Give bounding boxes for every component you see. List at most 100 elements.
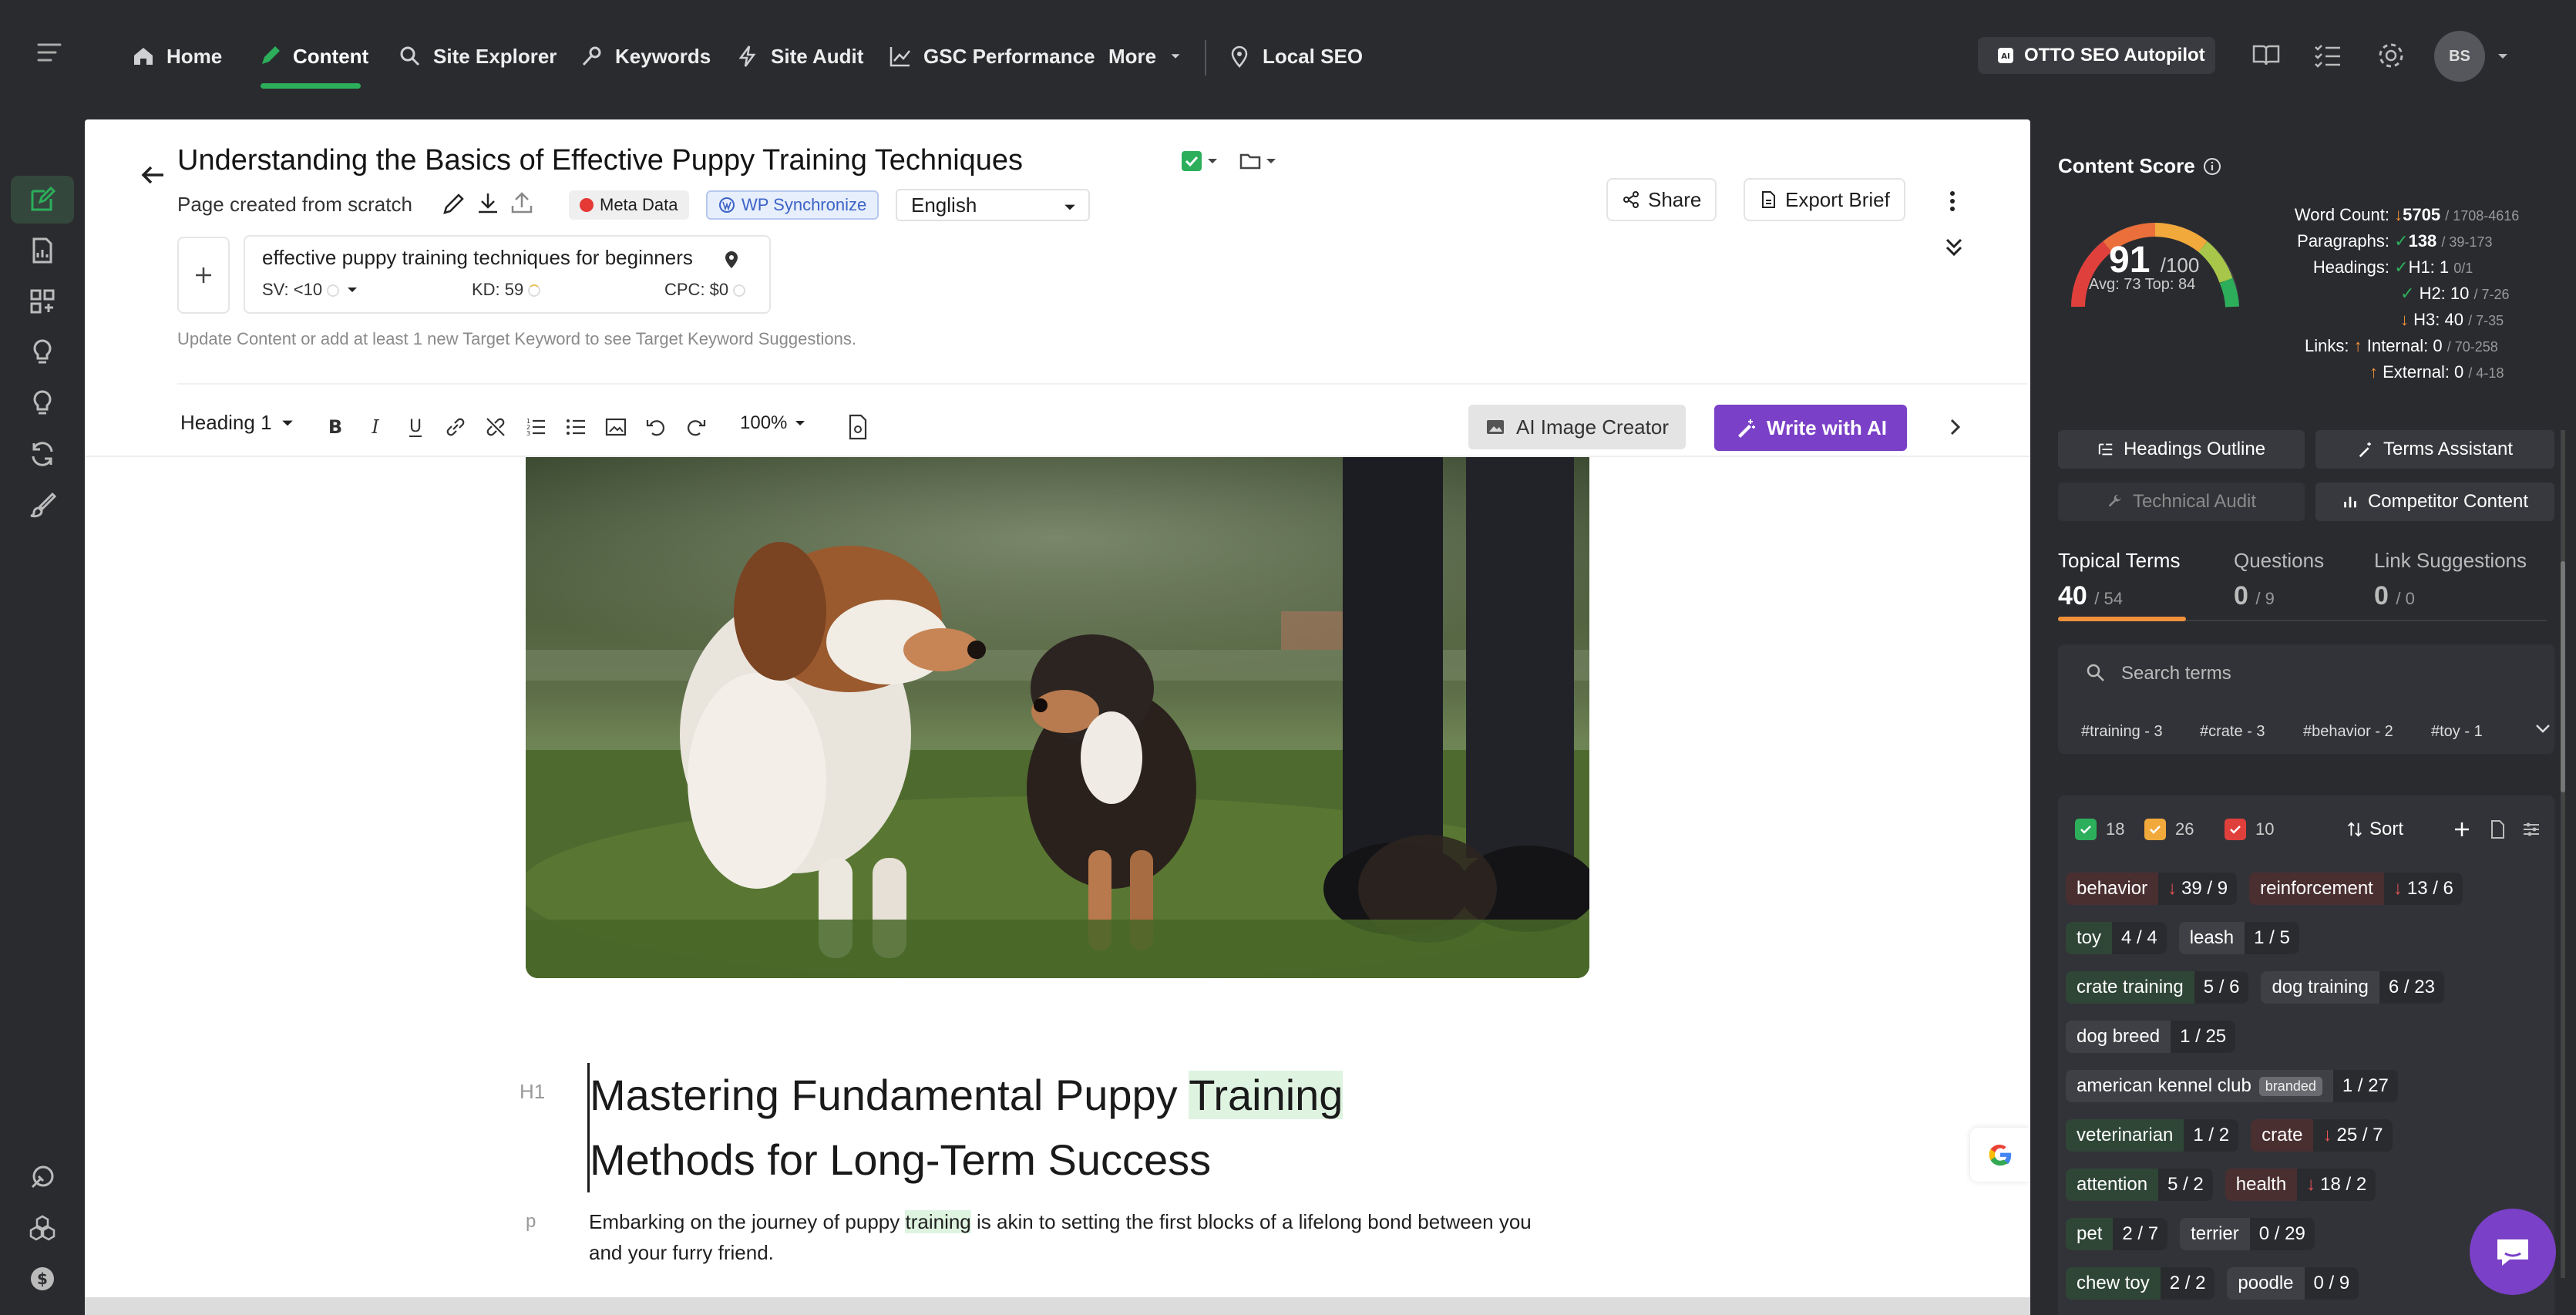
heading-select[interactable]: Heading 1: [180, 411, 294, 435]
language-select[interactable]: English: [896, 189, 1090, 221]
chevron-down-icon[interactable]: [2496, 49, 2510, 63]
sidebar-item-refresh[interactable]: [11, 430, 74, 478]
filter-orange[interactable]: 26: [2144, 819, 2194, 840]
tab-questions[interactable]: Questions: [2234, 549, 2324, 573]
chevron-right-icon[interactable]: [1944, 414, 1967, 440]
export-brief-button[interactable]: Export Brief: [1744, 178, 1905, 221]
more-options-icon[interactable]: [1942, 186, 1962, 217]
sidebar-item-rocket[interactable]: [11, 1153, 74, 1201]
link-icon[interactable]: [441, 412, 470, 442]
nav-site-audit[interactable]: Site Audit: [735, 32, 863, 80]
sidebar-item-billing[interactable]: $: [11, 1255, 74, 1303]
wp-synchronize-button[interactable]: WP Synchronize: [706, 190, 879, 220]
search-input[interactable]: Search terms: [2121, 663, 2231, 684]
panel-scrollbar[interactable]: [2561, 430, 2565, 1278]
target-keyword-card[interactable]: effective puppy training techniques for …: [244, 235, 771, 314]
ordered-list-icon[interactable]: 123: [521, 412, 550, 442]
zoom-select[interactable]: 100%: [740, 412, 805, 434]
nav-content[interactable]: Content: [257, 32, 368, 80]
term-chip[interactable]: reinforcement ↓ 13 / 6: [2249, 873, 2463, 905]
meta-data-button[interactable]: Meta Data: [569, 190, 689, 220]
term-chip[interactable]: terrier 0 / 29: [2180, 1218, 2315, 1250]
term-chip[interactable]: crate ↓ 25 / 7: [2251, 1119, 2393, 1152]
sidebar-item-document[interactable]: [11, 227, 74, 274]
panel-scrollbar-thumb[interactable]: [2561, 561, 2565, 792]
chevron-down-icon[interactable]: [2533, 718, 2553, 738]
nav-home[interactable]: Home: [131, 32, 222, 80]
bullet-list-icon[interactable]: [561, 412, 590, 442]
article-heading[interactable]: Mastering Fundamental Puppy Training Met…: [587, 1063, 1512, 1192]
chevron-down-icon[interactable]: [347, 284, 358, 295]
status-dropdown[interactable]: [1181, 149, 1224, 173]
tab-link-suggestions[interactable]: Link Suggestions: [2374, 549, 2527, 573]
file-icon[interactable]: [2487, 819, 2508, 840]
nav-gsc-performance[interactable]: GSC Performance: [888, 32, 1095, 80]
undo-icon[interactable]: [641, 412, 671, 442]
article-paragraph[interactable]: Embarking on the journey of puppy traini…: [589, 1206, 1560, 1268]
image-icon[interactable]: [601, 412, 631, 442]
term-chip[interactable]: health ↓ 18 / 2: [2225, 1169, 2376, 1201]
italic-icon[interactable]: I: [361, 412, 390, 442]
info-icon[interactable]: [2203, 157, 2221, 176]
term-chip[interactable]: chew toy 2 / 2: [2066, 1267, 2215, 1300]
menu-icon[interactable]: [34, 37, 65, 68]
nav-keywords[interactable]: Keywords: [580, 32, 711, 80]
horizontal-scrollbar[interactable]: [85, 1297, 2030, 1315]
sidebar-item-brush[interactable]: [11, 481, 74, 529]
article-image[interactable]: [526, 457, 1589, 978]
term-chip[interactable]: crate training 5 / 6: [2066, 971, 2249, 1004]
back-arrow-icon[interactable]: [136, 158, 170, 192]
redo-icon[interactable]: [681, 412, 711, 442]
unlink-icon[interactable]: [481, 412, 510, 442]
google-preview-button[interactable]: [1970, 1128, 2030, 1182]
write-with-ai-button[interactable]: Write with AI: [1714, 405, 1907, 451]
share-button[interactable]: Share: [1606, 178, 1717, 221]
tab-topical-terms[interactable]: Topical Terms: [2058, 549, 2180, 573]
book-icon[interactable]: [2251, 40, 2282, 71]
gear-icon[interactable]: [2376, 40, 2406, 71]
checklist-icon[interactable]: [2312, 40, 2343, 71]
sidebar-item-editor[interactable]: [11, 176, 74, 224]
filter-settings-icon[interactable]: [2521, 819, 2542, 840]
technical-audit-tab[interactable]: Technical Audit: [2058, 483, 2305, 521]
term-chip[interactable]: toy 4 / 4: [2066, 922, 2167, 954]
bold-icon[interactable]: B: [321, 412, 350, 442]
avatar[interactable]: BS: [2434, 31, 2485, 82]
double-chevron-down-icon[interactable]: [1942, 234, 1966, 260]
page-title[interactable]: Understanding the Basics of Effective Pu…: [177, 144, 1023, 177]
filter-red[interactable]: 10: [2225, 819, 2274, 840]
term-chip[interactable]: attention 5 / 2: [2066, 1169, 2213, 1201]
pencil-icon[interactable]: [441, 190, 467, 217]
term-chip[interactable]: leash 1 / 5: [2178, 922, 2299, 954]
hashtag-filter[interactable]: #behavior - 2: [2303, 723, 2393, 741]
sidebar-item-ideas[interactable]: [11, 328, 74, 376]
nav-site-explorer[interactable]: Site Explorer: [398, 32, 557, 80]
sort-button[interactable]: Sort: [2346, 819, 2403, 840]
hashtag-filter[interactable]: #toy - 1: [2431, 723, 2483, 741]
nav-more[interactable]: More: [1108, 32, 1184, 80]
hashtag-filter[interactable]: #training - 3: [2081, 723, 2163, 741]
sidebar-item-apps[interactable]: [11, 277, 74, 325]
sidebar-item-ideas-2[interactable]: [11, 379, 74, 427]
sidebar-item-integrations[interactable]: [11, 1204, 74, 1252]
file-settings-icon[interactable]: [843, 412, 873, 442]
competitor-content-tab[interactable]: Competitor Content: [2315, 483, 2554, 521]
otto-seo-autopilot-button[interactable]: AI OTTO SEO Autopilot: [1978, 37, 2215, 74]
nav-local-seo[interactable]: Local SEO: [1227, 32, 1363, 80]
add-keyword-button[interactable]: [177, 237, 230, 314]
plus-icon[interactable]: [2451, 819, 2473, 840]
terms-assistant-tab[interactable]: Terms Assistant: [2315, 430, 2554, 469]
term-chip[interactable]: pet 2 / 7: [2066, 1218, 2168, 1250]
filter-green[interactable]: 18: [2075, 819, 2124, 840]
term-chip[interactable]: american kennel club branded 1 / 27: [2066, 1070, 2398, 1102]
term-chip[interactable]: poodle 0 / 9: [2227, 1267, 2359, 1300]
folder-dropdown[interactable]: [1239, 149, 1283, 173]
term-chip[interactable]: dog breed 1 / 25: [2066, 1021, 2236, 1053]
term-chip[interactable]: dog training 6 / 23: [2261, 971, 2444, 1004]
download-icon[interactable]: [475, 190, 501, 217]
upload-icon[interactable]: [509, 190, 535, 217]
hashtag-filter[interactable]: #crate - 3: [2200, 723, 2265, 741]
term-chip[interactable]: veterinarian 1 / 2: [2066, 1119, 2239, 1152]
underline-icon[interactable]: U: [401, 412, 430, 442]
term-chip[interactable]: behavior ↓ 39 / 9: [2066, 873, 2238, 905]
